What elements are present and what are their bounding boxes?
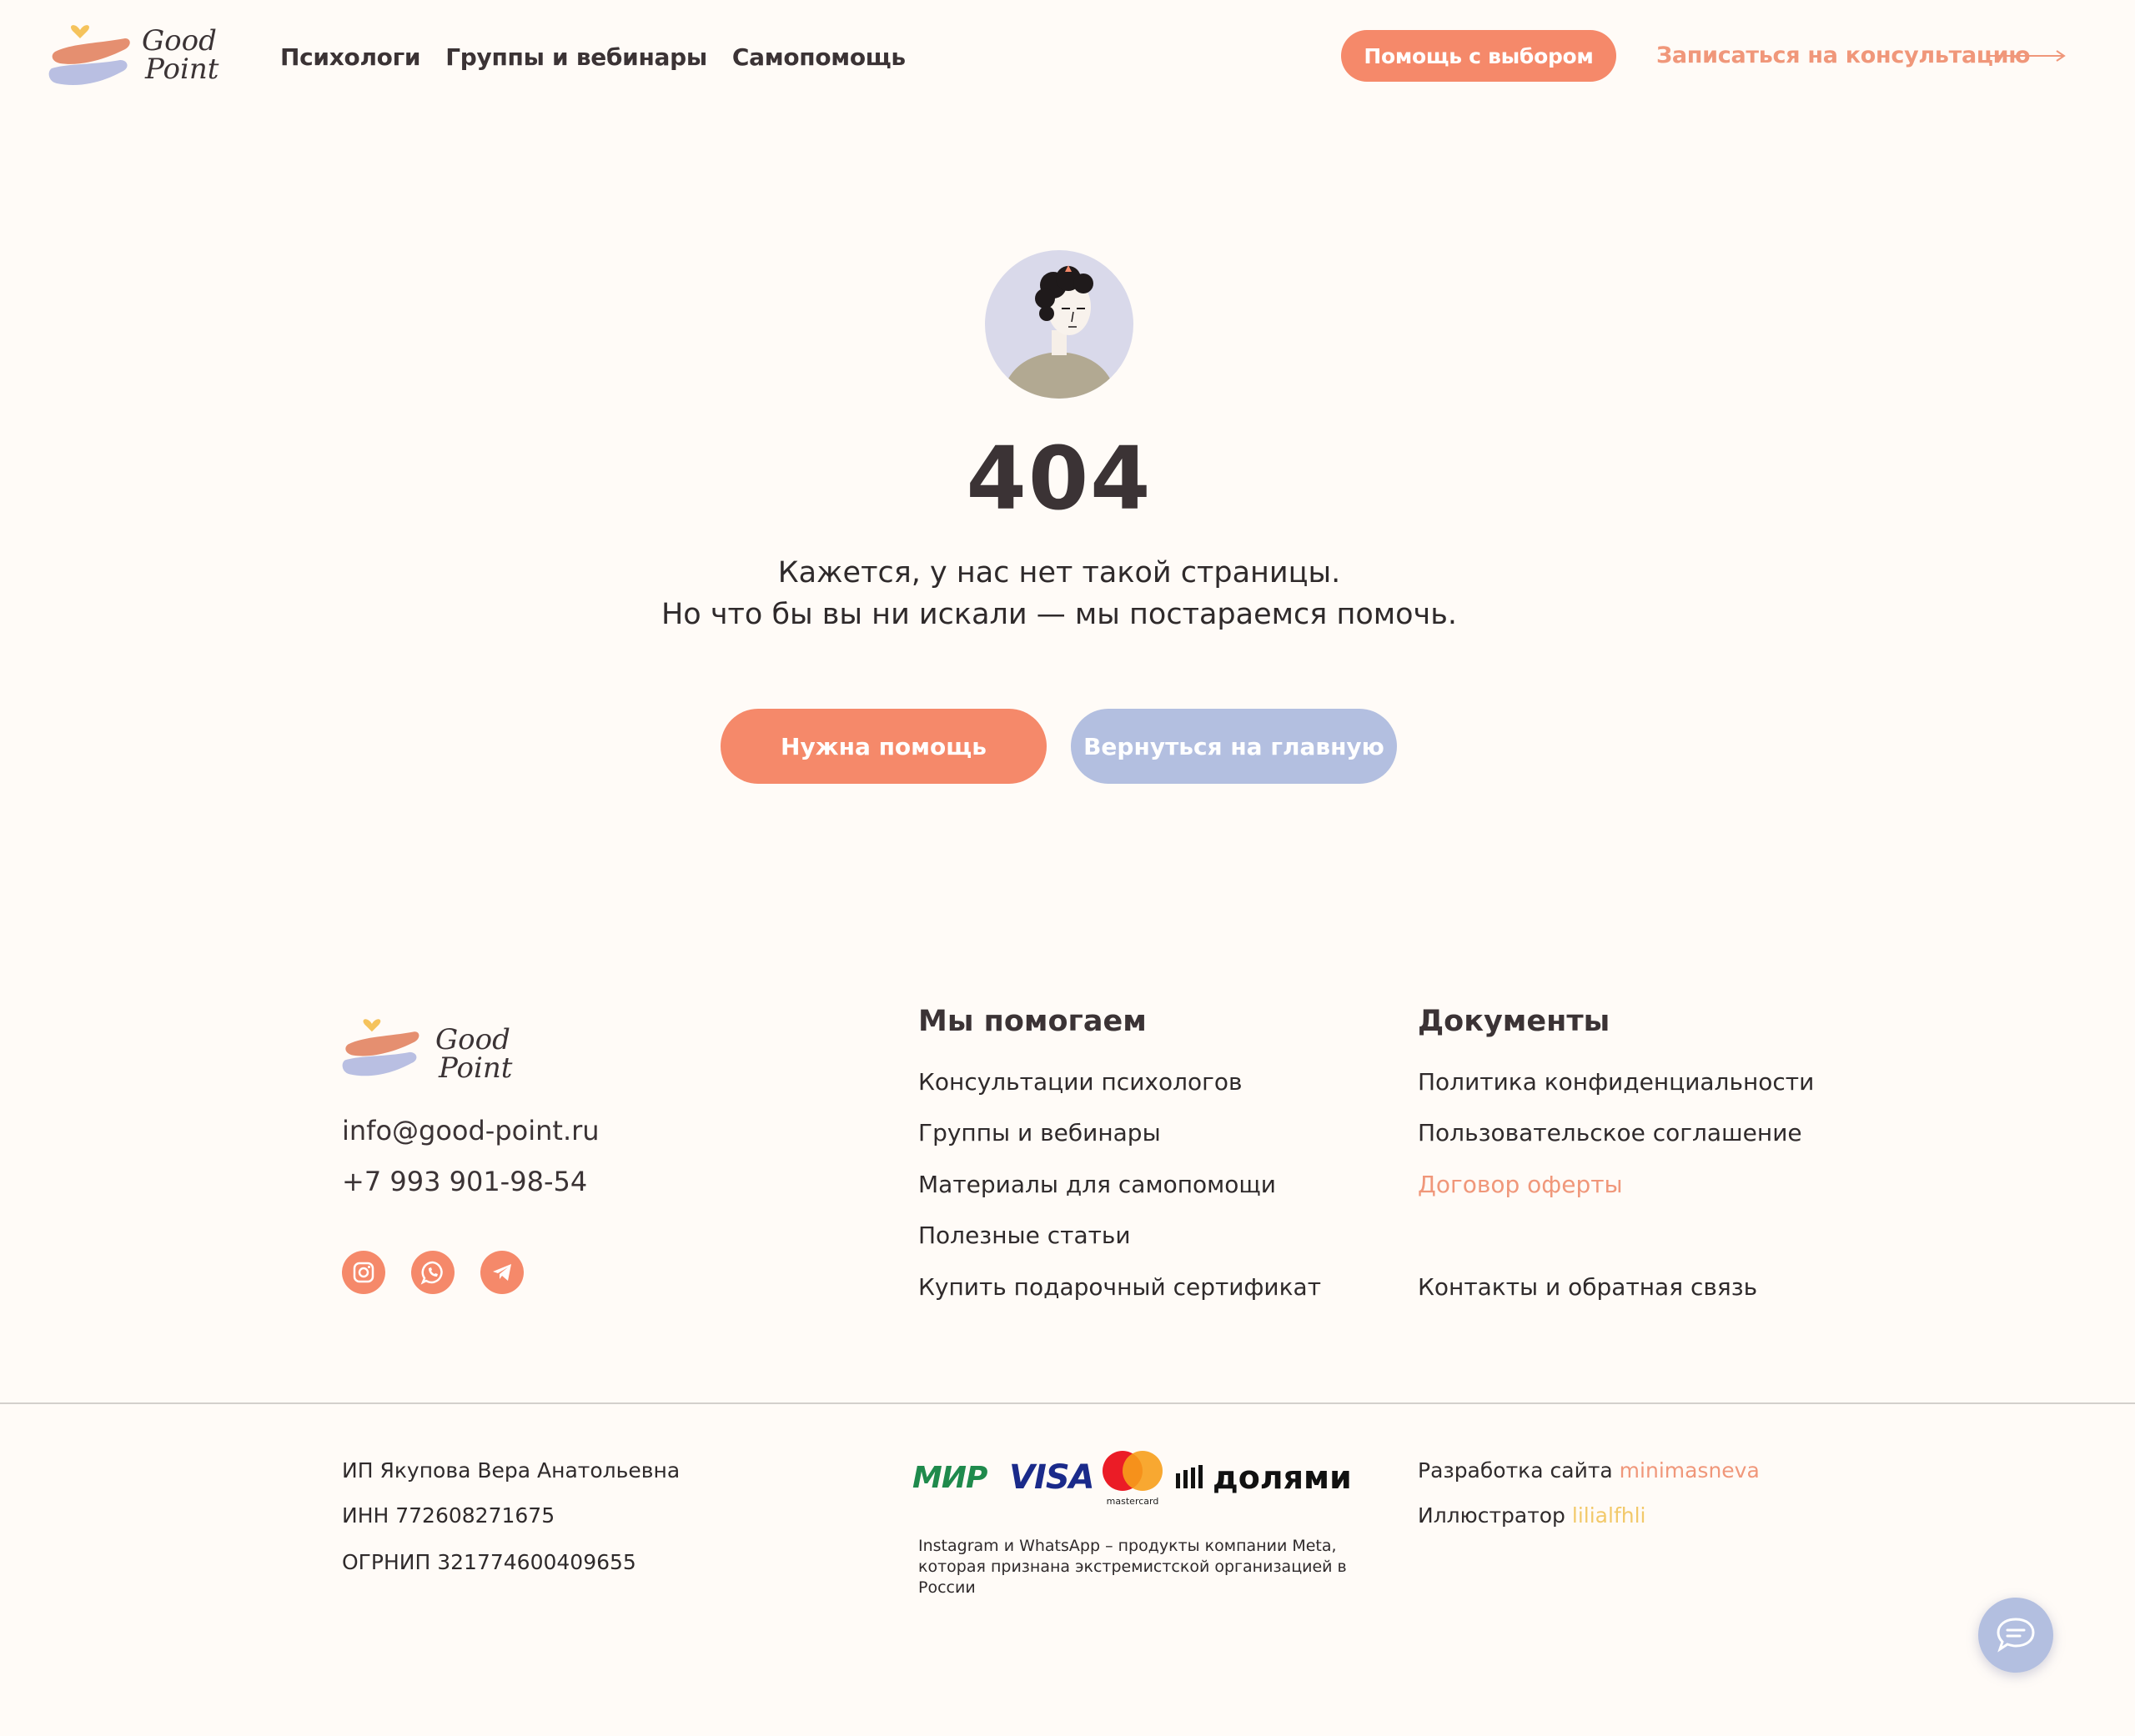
help-choose-button[interactable]: Помощь с выбором bbox=[1341, 30, 1616, 82]
footer-link-privacy[interactable]: Политика конфиденциальности bbox=[1418, 1067, 1814, 1097]
logo-hands-icon bbox=[342, 1019, 419, 1076]
error-code: 404 bbox=[966, 428, 1153, 529]
visa-logo-text: VISA bbox=[1009, 1458, 1095, 1497]
mastercard-icon bbox=[1103, 1451, 1163, 1491]
developer-label: Разработка сайта bbox=[1418, 1458, 1613, 1483]
illustrator-credit: Иллюстратор lilialfhli bbox=[1418, 1503, 1645, 1529]
avatar-illustration bbox=[985, 250, 1133, 399]
footer-logo-line2: Point bbox=[439, 1051, 513, 1085]
footer-email[interactable]: info@good-point.ru bbox=[342, 1114, 600, 1147]
footer-logo[interactable]: Good Point bbox=[342, 1012, 517, 1092]
footer-link-terms[interactable]: Пользовательское соглашение bbox=[1418, 1118, 1802, 1148]
footer-link-groups[interactable]: Группы и вебинары bbox=[918, 1118, 1161, 1148]
dolyami-logo: долями bbox=[1174, 1451, 1352, 1504]
nav-item-psychologists[interactable]: Психологи bbox=[280, 43, 421, 72]
meta-note-line1: Instagram и WhatsApp – продукты компании… bbox=[918, 1537, 1337, 1555]
logo-text: Good Point bbox=[142, 27, 219, 83]
footer-link-certificate[interactable]: Купить подарочный сертификат bbox=[918, 1272, 1321, 1302]
need-help-button[interactable]: Нужна помощь bbox=[721, 709, 1047, 784]
footer-link-offer[interactable]: Договор оферты bbox=[1418, 1170, 1623, 1200]
telegram-glyph-icon bbox=[493, 1264, 511, 1281]
instagram-glyph-icon bbox=[353, 1262, 374, 1283]
logo[interactable]: Good Point bbox=[48, 18, 224, 98]
arrow-right-icon[interactable] bbox=[1990, 50, 2067, 62]
footer-link-consultations[interactable]: Консультации психологов bbox=[918, 1067, 1242, 1097]
main-nav: Психологи Группы и вебинары Самопомощь bbox=[280, 43, 906, 72]
dolyami-bars-icon bbox=[1176, 1465, 1203, 1488]
mir-logo: МИР bbox=[912, 1451, 987, 1504]
footer-link-materials[interactable]: Материалы для самопомощи bbox=[918, 1170, 1276, 1200]
footer-link-articles[interactable]: Полезные статьи bbox=[918, 1221, 1131, 1251]
ogrnip: ОГРНИП 321774600409655 bbox=[342, 1550, 636, 1574]
footer-logo-line1: Good bbox=[435, 1023, 510, 1056]
logo-line2: Point bbox=[145, 53, 219, 86]
mastercard-logo-text: mastercard bbox=[1106, 1496, 1159, 1507]
nav-item-selfhelp[interactable]: Самопомощь bbox=[732, 43, 906, 72]
footer-link-contacts[interactable]: Контакты и обратная связь bbox=[1418, 1272, 1757, 1302]
developer-credit: Разработка сайта minimasneva bbox=[1418, 1458, 1760, 1484]
consult-link[interactable]: Записаться на консультацию bbox=[1656, 42, 2030, 70]
ip-name: ИП Якупова Вера Анатольевна bbox=[342, 1458, 681, 1483]
whatsapp-icon[interactable] bbox=[411, 1251, 455, 1294]
footer-divider bbox=[0, 1402, 2135, 1404]
illustrator-label: Иллюстратор bbox=[1418, 1503, 1565, 1528]
logo-line1: Good bbox=[142, 24, 217, 58]
developer-link[interactable]: minimasneva bbox=[1620, 1458, 1760, 1483]
nav-item-groups[interactable]: Группы и вебинары bbox=[445, 43, 707, 72]
meta-note: Instagram и WhatsApp – продукты компании… bbox=[918, 1536, 1385, 1598]
telegram-icon[interactable] bbox=[480, 1251, 524, 1294]
docs-heading: Документы bbox=[1418, 1005, 1610, 1038]
error-message-line1: Кажется, у нас нет такой страницы. bbox=[777, 556, 1341, 590]
error-message-line2: Но что бы вы ни искали — мы постараемся … bbox=[661, 598, 1457, 631]
inn: ИНН 772608271675 bbox=[342, 1503, 555, 1528]
meta-note-line2: которая признана экстремистской организа… bbox=[918, 1558, 1347, 1597]
logo-hands-icon bbox=[48, 25, 130, 86]
error-message: Кажется, у нас нет такой страницы. Но чт… bbox=[567, 552, 1551, 635]
illustrator-link[interactable]: lilialfhli bbox=[1572, 1503, 1646, 1528]
whatsapp-glyph-icon bbox=[420, 1261, 443, 1285]
help-heading: Мы помогаем bbox=[918, 1005, 1147, 1038]
chat-bubble-icon bbox=[1997, 1618, 2035, 1653]
mastercard-logo: mastercard bbox=[1099, 1449, 1166, 1507]
chat-widget-button[interactable] bbox=[1978, 1598, 2053, 1673]
footer-phone[interactable]: +7 993 901-98-54 bbox=[342, 1165, 587, 1198]
back-home-button[interactable]: Вернуться на главную bbox=[1071, 709, 1397, 784]
dolyami-logo-text: долями bbox=[1213, 1459, 1352, 1496]
instagram-icon[interactable] bbox=[342, 1251, 385, 1294]
person-illustration-icon bbox=[1002, 265, 1117, 399]
mir-logo-text: МИР bbox=[912, 1460, 987, 1495]
footer-logo-text: Good Point bbox=[435, 1026, 512, 1082]
visa-logo: VISA bbox=[1009, 1451, 1095, 1504]
